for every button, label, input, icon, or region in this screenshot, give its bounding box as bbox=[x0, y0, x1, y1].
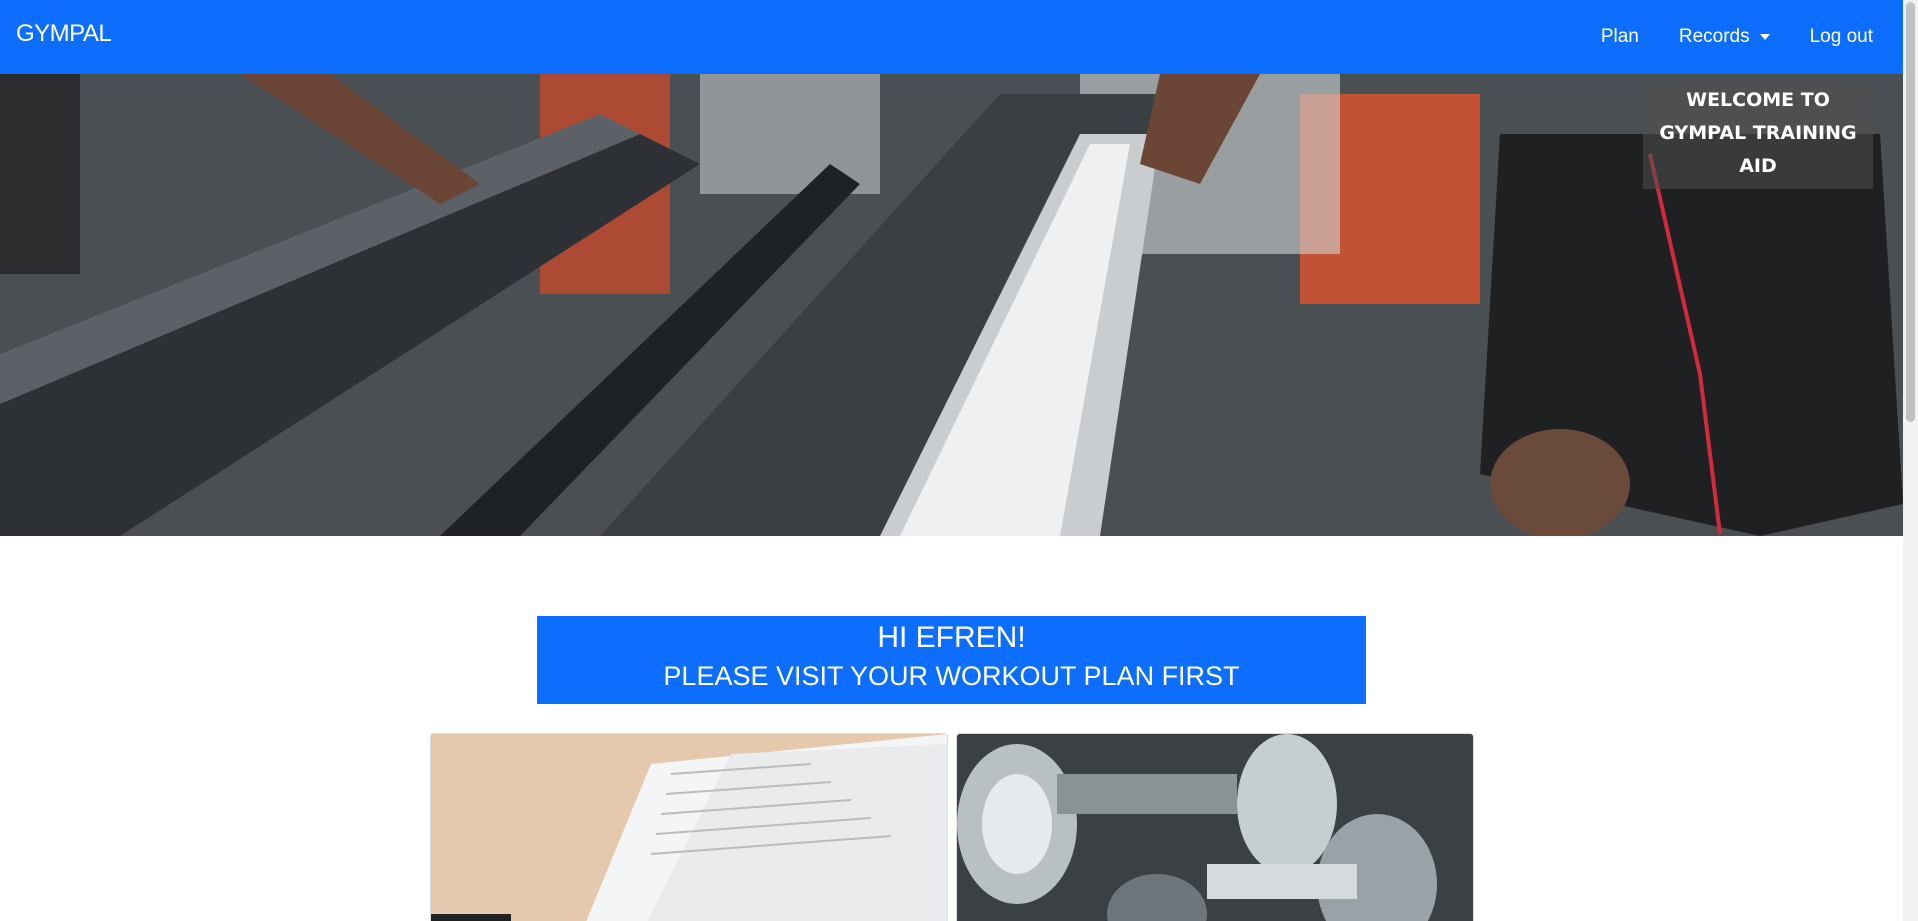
nav-logout-link[interactable]: Log out bbox=[1810, 26, 1873, 48]
records-card-image bbox=[957, 734, 1473, 921]
greeting-box: HI EFREN! PLEASE VISIT YOUR WORKOUT PLAN… bbox=[537, 616, 1366, 704]
plan-card-image bbox=[431, 734, 947, 921]
nav-links: Plan Records Log out bbox=[1601, 0, 1873, 74]
page: GYMPAL Plan Records Log out WELCOME TO G… bbox=[0, 0, 1903, 921]
welcome-banner: WELCOME TO GYMPAL TRAINING AID bbox=[1643, 84, 1873, 189]
greeting-title: HI EFREN! bbox=[877, 621, 1026, 654]
nav-records-dropdown[interactable]: Records bbox=[1679, 26, 1770, 48]
plan-card[interactable] bbox=[430, 733, 948, 921]
nav-plan-link[interactable]: Plan bbox=[1601, 26, 1639, 48]
records-card[interactable] bbox=[956, 733, 1474, 921]
nav-records-label: Records bbox=[1678, 26, 1750, 47]
caret-down-icon bbox=[1759, 34, 1770, 40]
greeting-message: PLEASE VISIT YOUR WORKOUT PLAN FIRST bbox=[663, 661, 1240, 691]
hero-dumbbell-rack-image bbox=[0, 74, 1903, 536]
navbar: GYMPAL Plan Records Log out bbox=[0, 0, 1903, 74]
page-scrollbar[interactable] bbox=[1903, 0, 1918, 921]
brand-logo[interactable]: GYMPAL bbox=[16, 20, 112, 48]
hero-banner: WELCOME TO GYMPAL TRAINING AID bbox=[0, 74, 1903, 536]
scrollbar-thumb[interactable] bbox=[1906, 2, 1915, 422]
